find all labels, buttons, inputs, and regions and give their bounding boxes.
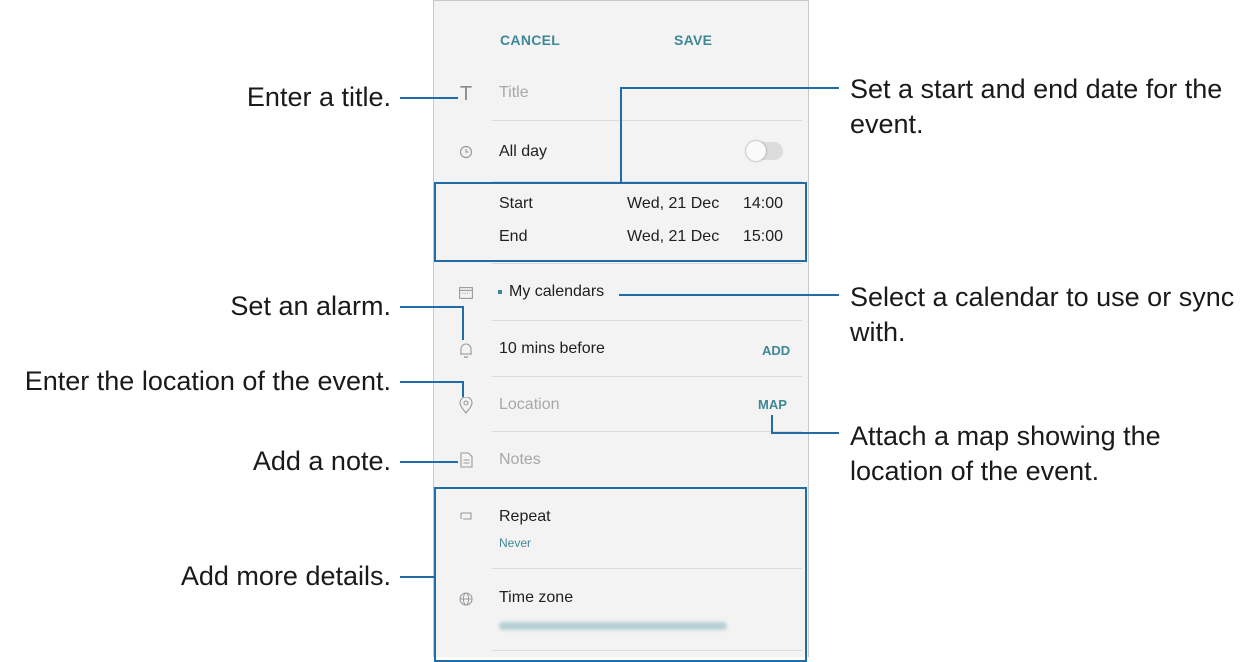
note-icon (456, 450, 476, 470)
all-day-toggle[interactable] (746, 141, 783, 161)
title-text-icon: T (459, 82, 473, 105)
callout-map-line1: Attach a map showing the (850, 421, 1161, 451)
calendar-selector[interactable]: My calendars (509, 283, 604, 301)
location-input[interactable]: Location (499, 396, 560, 414)
callout-title: Enter a title. (246, 82, 391, 112)
divider (492, 431, 802, 432)
callout-line (400, 306, 464, 308)
calendar-icon (456, 283, 476, 303)
cancel-button[interactable]: CANCEL (500, 32, 560, 48)
callout-line (400, 576, 434, 578)
alarm-reminder[interactable]: 10 mins before (499, 340, 605, 358)
title-input[interactable]: Title (499, 84, 529, 102)
callout-line (400, 381, 464, 383)
divider (492, 376, 802, 377)
top-action-bar: CANCEL SAVE (434, 0, 808, 65)
callout-line (620, 87, 622, 183)
callout-note: Add a note. (252, 446, 391, 476)
callout-calendar-line2: with. (850, 317, 906, 347)
clock-icon (456, 142, 476, 162)
callout-alarm: Set an alarm. (230, 291, 391, 321)
all-day-label: All day (499, 143, 548, 160)
callout-dates: Set a start and end date for the event. (850, 72, 1222, 142)
callout-details: Add more details. (180, 561, 391, 591)
divider (492, 320, 802, 321)
callout-calendar: Select a calendar to use or sync with. (850, 280, 1234, 350)
callout-calendar-line1: Select a calendar to use or sync (850, 282, 1235, 312)
toggle-knob (746, 141, 766, 161)
callout-line (400, 461, 458, 463)
callout-dates-line1: Set a start and end date for the (850, 74, 1223, 104)
callout-map-line2: location of the event. (850, 456, 1100, 486)
callout-line (771, 432, 839, 434)
add-reminder-button[interactable]: ADD (762, 343, 790, 358)
callout-line (619, 294, 839, 296)
bell-icon (456, 340, 476, 360)
divider (492, 120, 802, 121)
callout-location: Enter the location of the event. (24, 366, 391, 396)
divider (492, 263, 802, 264)
callout-map: Attach a map showing the location of the… (850, 419, 1161, 489)
calendar-color-dot (498, 290, 502, 294)
callout-line (462, 381, 464, 397)
callout-line (400, 97, 458, 99)
map-button[interactable]: MAP (758, 397, 787, 412)
callout-line (462, 306, 464, 340)
details-highlight-box (434, 487, 807, 662)
dates-highlight-box (434, 182, 807, 262)
location-pin-icon (456, 395, 476, 415)
callout-dates-line2: event. (850, 109, 924, 139)
callout-line (620, 87, 839, 89)
save-button[interactable]: SAVE (674, 32, 712, 48)
notes-input[interactable]: Notes (499, 451, 541, 469)
